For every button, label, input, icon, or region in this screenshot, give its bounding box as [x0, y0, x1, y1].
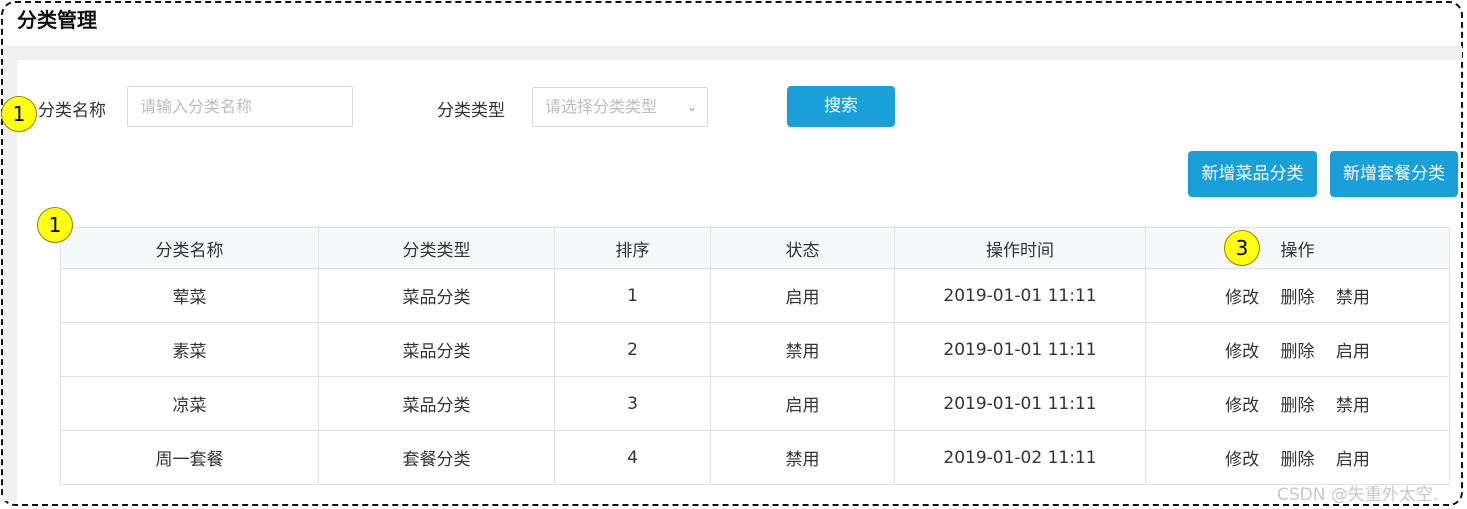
table-row: 周一套餐 套餐分类 4 禁用 2019-01-02 11:11 修改 删除 启用	[60, 430, 1450, 485]
annotation-badge-table: 1	[37, 207, 73, 243]
cell-name: 素菜	[60, 322, 319, 377]
cell-status: 禁用	[710, 322, 895, 377]
edit-link[interactable]: 修改	[1225, 337, 1259, 362]
search-button[interactable]: 搜索	[787, 86, 895, 127]
table-row: 凉菜 菜品分类 3 启用 2019-01-01 11:11 修改 删除 禁用	[60, 376, 1450, 431]
cell-status: 启用	[710, 268, 895, 323]
table-row: 荤菜 菜品分类 1 启用 2019-01-01 11:11 修改 删除 禁用	[60, 268, 1450, 323]
cell-type: 菜品分类	[318, 376, 555, 431]
cell-name: 周一套餐	[60, 430, 319, 485]
cell-sort: 3	[554, 376, 711, 431]
category-name-label: 分类名称	[38, 101, 106, 121]
category-name-input[interactable]	[127, 86, 353, 127]
cell-name: 凉菜	[60, 376, 319, 431]
cell-operations: 修改 删除 禁用	[1145, 268, 1450, 323]
page-title: 分类管理	[17, 8, 97, 32]
delete-link[interactable]: 删除	[1281, 391, 1315, 416]
edit-link[interactable]: 修改	[1225, 283, 1259, 308]
annotation-badge-search: 1	[1, 96, 37, 132]
cell-type: 菜品分类	[318, 322, 555, 377]
cell-time: 2019-01-01 11:11	[894, 322, 1146, 377]
add-combo-category-button[interactable]: 新增套餐分类	[1330, 151, 1458, 197]
toggle-status-link[interactable]: 启用	[1336, 337, 1370, 362]
column-header-status: 状态	[710, 227, 895, 269]
category-type-placeholder: 请选择分类类型	[545, 97, 658, 116]
cell-time: 2019-01-01 11:11	[894, 268, 1146, 323]
column-header-sort: 排序	[554, 227, 711, 269]
cell-operations: 修改 删除 禁用	[1145, 376, 1450, 431]
chevron-down-icon: ⌄	[686, 100, 697, 114]
toggle-status-link[interactable]: 禁用	[1336, 391, 1370, 416]
column-header-time: 操作时间	[894, 227, 1146, 269]
delete-link[interactable]: 删除	[1281, 337, 1315, 362]
column-header-type: 分类类型	[318, 227, 555, 269]
cell-time: 2019-01-02 11:11	[894, 430, 1146, 485]
category-type-select[interactable]: 请选择分类类型 ⌄	[532, 87, 708, 127]
add-dish-category-button[interactable]: 新增菜品分类	[1188, 151, 1317, 197]
category-type-label: 分类类型	[437, 101, 505, 121]
table-row: 素菜 菜品分类 2 禁用 2019-01-01 11:11 修改 删除 启用	[60, 322, 1450, 377]
delete-link[interactable]: 删除	[1281, 283, 1315, 308]
cell-operations: 修改 删除 启用	[1145, 322, 1450, 377]
cell-sort: 4	[554, 430, 711, 485]
cell-type: 套餐分类	[318, 430, 555, 485]
cell-status: 禁用	[710, 430, 895, 485]
column-header-name: 分类名称	[60, 227, 319, 269]
delete-link[interactable]: 删除	[1281, 445, 1315, 470]
toggle-status-link[interactable]: 启用	[1336, 445, 1370, 470]
annotation-badge-operations: 3	[1224, 230, 1260, 266]
edit-link[interactable]: 修改	[1225, 391, 1259, 416]
toggle-status-link[interactable]: 禁用	[1336, 283, 1370, 308]
cell-type: 菜品分类	[318, 268, 555, 323]
content-top-divider	[3, 46, 1462, 60]
cell-time: 2019-01-01 11:11	[894, 376, 1146, 431]
watermark: CSDN @失重外太空.	[1277, 485, 1439, 505]
cell-name: 荤菜	[60, 268, 319, 323]
cell-status: 启用	[710, 376, 895, 431]
column-header-operations: 操作	[1145, 227, 1450, 269]
cell-sort: 2	[554, 322, 711, 377]
edit-link[interactable]: 修改	[1225, 445, 1259, 470]
cell-operations: 修改 删除 启用	[1145, 430, 1450, 485]
cell-sort: 1	[554, 268, 711, 323]
